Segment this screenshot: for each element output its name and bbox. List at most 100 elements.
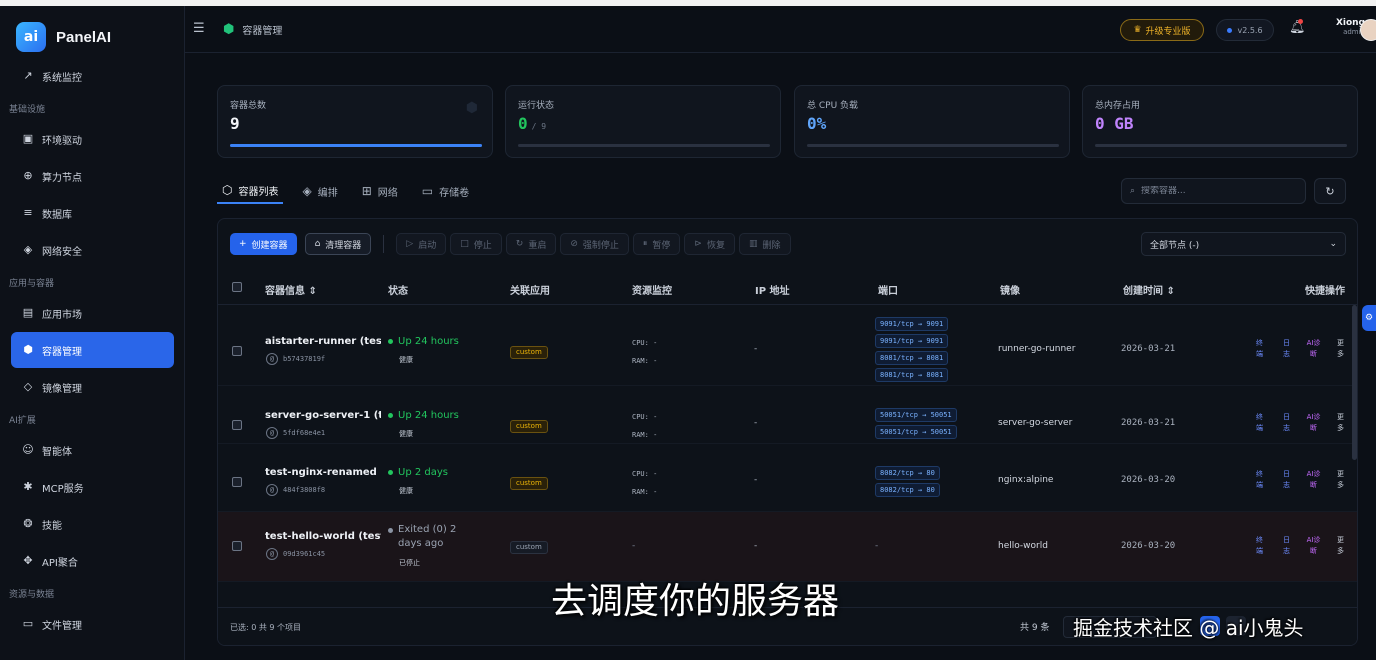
top-header: ☰ ⬢ 容器管理 ♛ 升级专业版 v2.5.6 🔔︎ Xiong admin — [185, 6, 1376, 53]
ai-diagnose-button[interactable]: AI诊断 — [1300, 535, 1327, 557]
table-row[interactable]: aistarter-runner (tests) @ b57437819f Up … — [218, 306, 1357, 386]
status-dot-icon — [388, 470, 393, 475]
container-name[interactable]: test-hello-world (tests) — [265, 531, 381, 542]
create-container-button[interactable]: + 创建容器 — [230, 233, 297, 255]
plus-icon: + — [239, 239, 247, 249]
stat-label: 容器总数 — [230, 101, 267, 111]
force-stop-button[interactable]: ⊘ 强制停止 — [560, 233, 629, 255]
logs-button[interactable]: 日志 — [1273, 535, 1300, 557]
delete-button[interactable]: ▥ 删除 — [738, 233, 791, 255]
action-label: AI诊断 — [1306, 339, 1321, 358]
tab-volumes[interactable]: ▭ 存储卷 — [417, 178, 474, 204]
sidebar-item-database[interactable]: ≡ 数据库 — [11, 195, 174, 231]
stop-button[interactable]: □ 停止 — [450, 233, 502, 255]
row-checkbox[interactable] — [232, 477, 242, 487]
row-checkbox[interactable] — [232, 420, 242, 430]
column-header-ports: 端口 — [878, 286, 898, 297]
row-checkbox[interactable] — [232, 541, 242, 551]
shield-icon: ◈ — [23, 243, 33, 256]
store-icon: ▤ — [22, 306, 34, 319]
settings-float-button[interactable]: ⚙ — [1362, 305, 1376, 331]
user-info[interactable]: Xiong admin — [1325, 18, 1365, 36]
terminal-button[interactable]: 终端 — [1246, 535, 1273, 557]
stat-bar — [518, 144, 770, 147]
sidebar-item-network-security[interactable]: ◈ 网络安全 — [11, 232, 174, 268]
upgrade-button[interactable]: ♛ 升级专业版 — [1120, 19, 1204, 41]
button-label: 暂停 — [652, 240, 671, 251]
logs-button[interactable]: 日志 — [1273, 412, 1300, 434]
column-header-info[interactable]: 容器信息 ⇕ — [265, 282, 317, 297]
broom-icon: ⌂ — [314, 239, 321, 249]
sidebar-item-label: 数据库 — [42, 209, 72, 221]
scrollbar[interactable] — [1352, 305, 1357, 460]
container-name[interactable]: aistarter-runner (tests) — [265, 336, 381, 347]
terminal-button[interactable]: 终端 — [1246, 338, 1273, 360]
refresh-icon: ↻ — [1325, 184, 1335, 198]
stat-value: 0 GB — [1095, 114, 1134, 133]
health-text: 健康 — [399, 487, 413, 495]
refresh-button[interactable]: ↻ — [1314, 178, 1346, 204]
sidebar-item-label: 系统监控 — [42, 72, 82, 84]
sidebar-item-mcp[interactable]: ✱ MCP服务 — [11, 469, 174, 505]
sidebar-section-title: AI扩展 — [9, 416, 36, 426]
notification-dot — [1298, 19, 1303, 24]
logs-button[interactable]: 日志 — [1273, 338, 1300, 360]
health-text: 健康 — [399, 356, 413, 364]
tab-network[interactable]: ⊞ 网络 — [357, 178, 403, 204]
tab-compose[interactable]: ◈ 编排 — [297, 178, 342, 204]
more-button[interactable]: 更多 — [1327, 338, 1354, 360]
pause-button[interactable]: ⏸︎ 暂停 — [632, 233, 681, 255]
brand[interactable]: ai PanelAI — [16, 22, 111, 52]
container-name[interactable]: server-go-server-1 (te... — [265, 410, 381, 421]
sidebar-item-agent[interactable]: ☺ 智能体 — [11, 432, 174, 468]
ai-diagnose-button[interactable]: AI诊断 — [1300, 469, 1327, 491]
more-button[interactable]: 更多 — [1327, 412, 1354, 434]
tab-container-list[interactable]: ⬡ 容器列表 — [217, 178, 284, 204]
terminal-button[interactable]: 终端 — [1246, 412, 1273, 434]
search-input[interactable] — [1141, 186, 1292, 196]
table-row[interactable]: test-nginx-renamed (t... @484f3808f8 Up … — [218, 444, 1357, 512]
sidebar-item-compute-nodes[interactable]: ⊕ 算力节点 — [11, 158, 174, 194]
node-select[interactable]: 全部节点 (-) ⌄ — [1141, 232, 1346, 256]
table-row[interactable]: server-go-server-1 (te... @5fdf68e4e1 Up… — [218, 386, 1357, 444]
port-mapping: 9091/tcp → 9091 — [875, 334, 949, 348]
sidebar-item-skills[interactable]: ❂ 技能 — [11, 506, 174, 542]
sidebar-item-env-driver[interactable]: ▣ 环境驱动 — [11, 121, 174, 157]
action-label: 终端 — [1256, 536, 1263, 555]
stat-bar — [230, 144, 482, 147]
menu-toggle-icon[interactable]: ☰ — [193, 21, 205, 36]
avatar[interactable] — [1360, 19, 1376, 41]
restart-button[interactable]: ↻ 重启 — [505, 233, 557, 255]
clean-containers-button[interactable]: ⌂ 清理容器 — [304, 233, 372, 255]
sidebar-item-container-management[interactable]: ⬢ 容器管理 — [11, 332, 174, 368]
status-dot-icon — [388, 413, 393, 418]
ai-diagnose-button[interactable]: AI诊断 — [1300, 338, 1327, 360]
breadcrumb-label: 容器管理 — [242, 26, 283, 37]
column-header-created[interactable]: 创建时间 ⇕ — [1123, 282, 1175, 297]
ram-value: RAM: - — [632, 431, 658, 439]
sidebar-item-label: API聚合 — [42, 557, 78, 569]
tab-label: 编排 — [317, 187, 338, 199]
more-button[interactable]: 更多 — [1327, 535, 1354, 557]
fingerprint-icon: @ — [266, 484, 278, 496]
more-button[interactable]: 更多 — [1327, 469, 1354, 491]
resource-monitor: CPU: - RAM: - — [632, 334, 657, 370]
sidebar-item-app-store[interactable]: ▤ 应用市场 — [11, 295, 174, 331]
button-label: 停止 — [473, 240, 492, 251]
trend-icon: ↗ — [23, 69, 33, 82]
start-button[interactable]: ▷ 启动 — [396, 233, 447, 255]
sidebar-section-title: 基础设施 — [9, 105, 46, 115]
select-all-checkbox[interactable] — [232, 282, 242, 292]
logs-button[interactable]: 日志 — [1273, 469, 1300, 491]
resume-icon: ⊳ — [694, 239, 702, 249]
terminal-button[interactable]: 终端 — [1246, 469, 1273, 491]
container-id-text: 09d3961c45 — [283, 550, 326, 558]
resume-button[interactable]: ⊳ 恢复 — [684, 233, 735, 255]
container-id: @09d3961c45 — [266, 548, 325, 560]
column-header-app: 关联应用 — [510, 286, 550, 297]
container-name[interactable]: test-nginx-renamed (t... — [265, 467, 381, 478]
sidebar-item-image-management[interactable]: ◇ 镜像管理 — [11, 369, 174, 405]
ai-diagnose-button[interactable]: AI诊断 — [1300, 412, 1327, 434]
sidebar-item-monitor[interactable]: ↗ 系统监控 — [11, 58, 174, 94]
row-checkbox[interactable] — [232, 346, 242, 356]
